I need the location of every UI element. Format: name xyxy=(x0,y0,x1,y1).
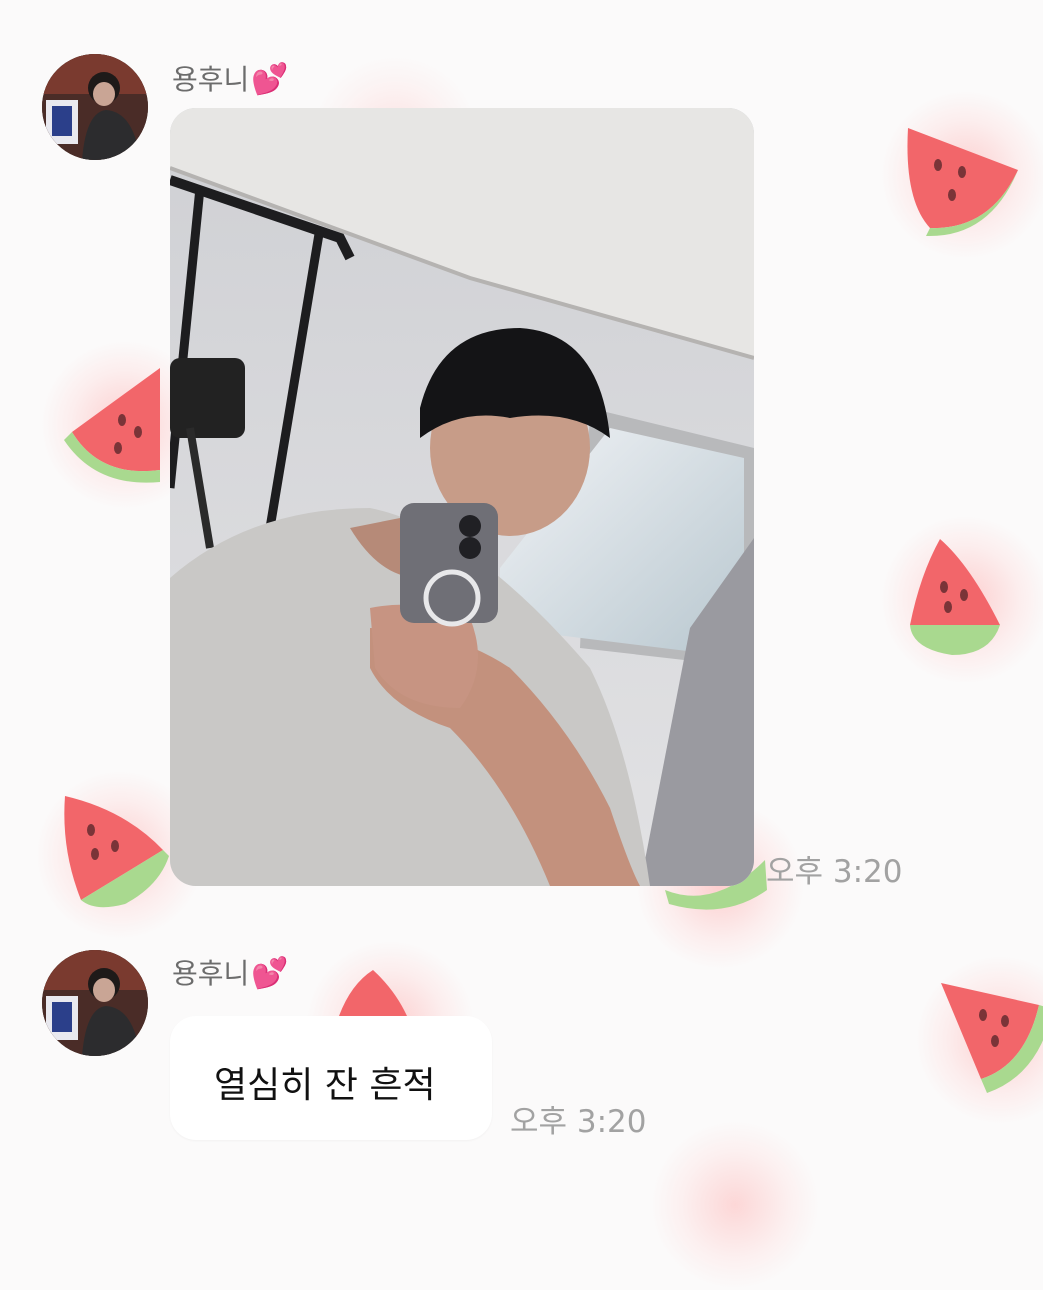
watermelon-sticker xyxy=(880,515,1043,685)
watermelon-sticker xyxy=(880,90,1043,260)
timestamp: 오후 3:20 xyxy=(766,854,903,890)
watermelon-icon xyxy=(941,983,1043,1093)
sender-name: 용후니💕 xyxy=(172,62,289,97)
watermelon-sticker xyxy=(915,955,1043,1125)
sparkling-heart-icon: 💕 xyxy=(251,62,289,97)
watermelon-sticker xyxy=(650,1120,820,1290)
sparkling-heart-icon: 💕 xyxy=(251,956,289,991)
photo-message[interactable] xyxy=(170,108,754,886)
avatar-photo xyxy=(42,54,148,160)
watermelon-sticker xyxy=(35,770,205,940)
message-text: 열심히 잔 흔적 xyxy=(214,1065,436,1106)
sender-name: 용후니💕 xyxy=(172,956,289,991)
watermelon-icon xyxy=(910,539,1000,655)
text-message-bubble[interactable]: 열심히 잔 흔적 xyxy=(170,1016,492,1140)
watermelon-icon xyxy=(64,796,169,908)
avatar[interactable] xyxy=(42,950,148,1056)
avatar[interactable] xyxy=(42,54,148,160)
mirror-selfie-photo xyxy=(170,108,754,886)
avatar-photo xyxy=(42,950,148,1056)
watermelon-icon xyxy=(907,128,1018,237)
timestamp: 오후 3:20 xyxy=(510,1104,647,1140)
